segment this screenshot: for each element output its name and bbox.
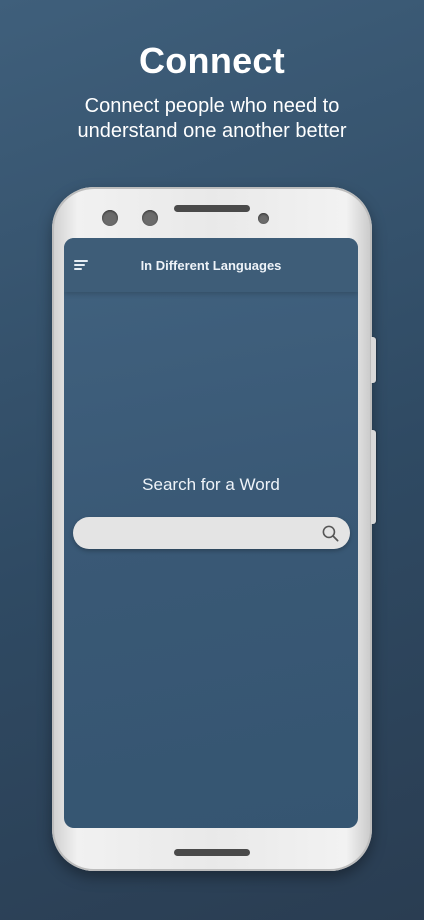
search-heading: Search for a Word [142,475,280,494]
search-box[interactable] [73,517,350,549]
phone-sensor-dot [102,210,118,226]
phone-frame: In Different Languages Search for a Word [52,187,376,871]
phone-power-button [371,430,376,524]
app-bar: In Different Languages [64,238,358,292]
search-icon[interactable] [321,524,340,543]
promo-title: Connect [138,40,286,81]
search-input[interactable] [87,517,317,549]
phone-front-camera [258,213,269,224]
phone-bottom-speaker [174,849,250,856]
app-title: In Different Languages [140,258,282,273]
phone-screen: In Different Languages Search for a Word [64,238,358,828]
phone-volume-button [371,337,376,383]
phone-camera-dot [142,210,158,226]
promo-subtitle: Connect people who need to understand on… [77,95,347,142]
phone-earpiece-speaker [174,205,250,212]
